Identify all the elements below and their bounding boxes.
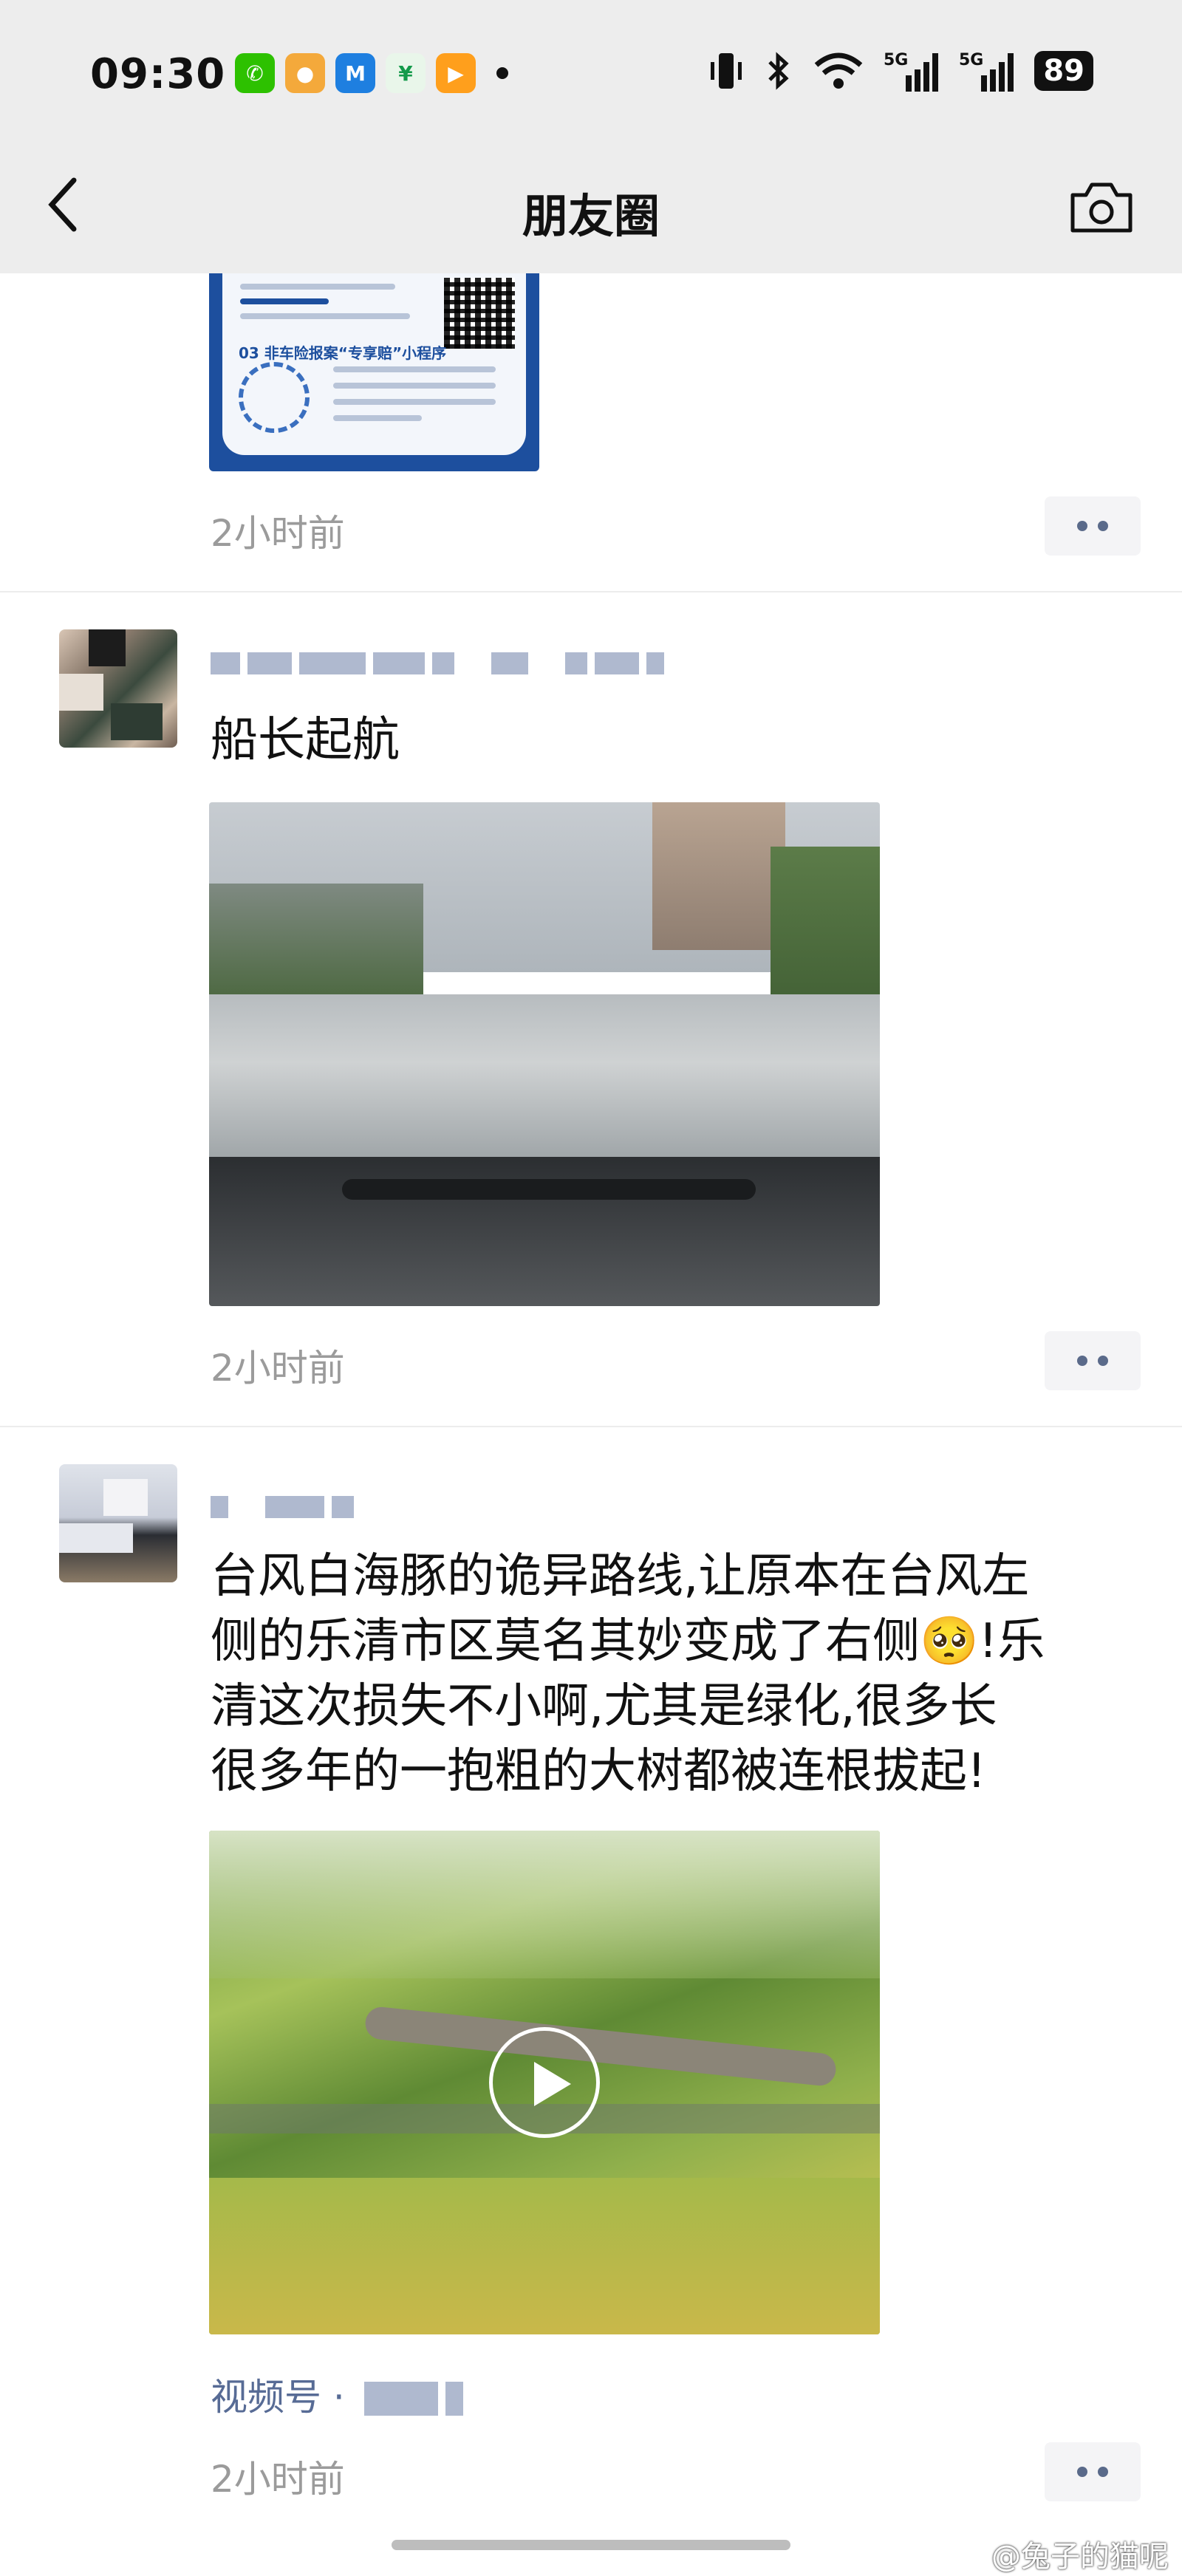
- poster-text-line: [240, 298, 329, 304]
- video-shrubs: [209, 2178, 880, 2334]
- photo-trees-left: [209, 884, 423, 994]
- 5g-signal-icon-2: 5G: [959, 51, 1014, 92]
- post-text-line: 台风白海豚的诡异路线,让原本在台风左: [211, 1549, 1030, 1604]
- poster-heading: 03 非车险报案“专享赔”小程序: [239, 344, 447, 362]
- dot-icon: [1098, 1356, 1108, 1366]
- post-text-line: 侧的乐清市区莫名其妙变成了右侧🥺!乐: [211, 1614, 1045, 1669]
- moments-nav-bar: 朋友圈: [0, 140, 1182, 273]
- avatar-pixel: [103, 1479, 148, 1516]
- page-title: 朋友圈: [522, 189, 660, 243]
- channel-label: 视频号 ·: [211, 2376, 345, 2419]
- poster-text-line: [240, 313, 410, 319]
- mini-program-code: [239, 362, 310, 433]
- 5g-label: 5G: [884, 51, 908, 69]
- post-more-button[interactable]: [1045, 496, 1141, 556]
- post-divider: [0, 1426, 1182, 1427]
- avatar-pixel: [59, 674, 103, 711]
- post-timestamp: 2小时前: [211, 1347, 345, 1390]
- 5g-label-2: 5G: [959, 51, 983, 69]
- qr-code: [444, 278, 515, 349]
- camera-icon[interactable]: [1068, 179, 1135, 235]
- poster-text-line: [333, 399, 496, 405]
- system-icons: 5G 5G 89: [708, 49, 1093, 93]
- user-name-blurred[interactable]: [211, 1492, 354, 1522]
- avatar-pixel: [89, 629, 126, 666]
- post-more-button[interactable]: [1045, 2442, 1141, 2501]
- photo-building: [652, 802, 785, 950]
- dot-icon: [1098, 2467, 1108, 2477]
- vibrate-icon: [711, 53, 742, 89]
- post-divider: [0, 591, 1182, 592]
- blur-block: [247, 652, 292, 674]
- video-sky: [209, 1831, 880, 1978]
- qr-poster-body: 03 非车险报案“专享赔”小程序: [222, 273, 526, 455]
- video-fallen-trunk: [363, 2005, 838, 2088]
- dot-icon: [1077, 521, 1087, 531]
- post-text: 船长起航: [211, 713, 400, 768]
- poster-text-line: [333, 383, 496, 389]
- m-app-icon: M: [335, 53, 375, 93]
- post-text-block: 台风白海豚的诡异路线,让原本在台风左 侧的乐清市区莫名其妙变成了右侧🥺!乐 清这…: [211, 1544, 1045, 1804]
- 5g-signal-icon: 5G: [884, 51, 939, 92]
- blur-block: [363, 2382, 438, 2416]
- avatar-pixel: [111, 703, 163, 740]
- blur-block: [491, 652, 528, 674]
- blur-block: [646, 652, 664, 674]
- play-button[interactable]: [489, 2027, 600, 2138]
- more-notifications-dot: [496, 67, 508, 79]
- poster-text-line: [240, 284, 395, 290]
- avatar[interactable]: [59, 1464, 177, 1582]
- blur-block: [299, 652, 366, 674]
- post-video-fallen-tree[interactable]: [209, 1831, 880, 2334]
- avatar-pixel: [59, 1523, 133, 1553]
- post-image-qr-poster[interactable]: 03 非车险报案“专享赔”小程序: [209, 273, 539, 471]
- battery-level: 89: [1034, 51, 1093, 91]
- post-text-line: 很多年的一抱粗的大树都被连根拔起!: [211, 1744, 986, 1799]
- poster-text-line: [333, 366, 496, 372]
- blur-block: [265, 1496, 324, 1518]
- status-time: 09:30: [90, 50, 226, 98]
- post-text-line: 清这次损失不小啊,尤其是绿化,很多长: [211, 1679, 997, 1734]
- post-image-flooded-road[interactable]: [209, 802, 880, 1306]
- post-timestamp: 2小时前: [211, 2458, 345, 2501]
- blur-block: [373, 652, 425, 674]
- status-bar: 09:30 ✆ ● M ¥ ▶ 5G 5G 89: [0, 0, 1182, 140]
- poster-text-line: [333, 415, 422, 421]
- home-indicator[interactable]: [392, 2540, 790, 2550]
- bluetooth-icon: [768, 52, 789, 90]
- dot-icon: [1077, 2467, 1087, 2477]
- channel-name-blurred: [363, 2382, 463, 2416]
- photo-vent: [342, 1179, 756, 1200]
- post-timestamp: 2小时前: [211, 512, 345, 555]
- blur-block: [211, 652, 240, 674]
- blur-block: [595, 652, 639, 674]
- dot-icon: [1098, 521, 1108, 531]
- wifi-icon: [815, 52, 863, 89]
- blur-block: [211, 1496, 228, 1518]
- blur-block: [332, 1496, 354, 1518]
- watermark: @兔子的猫呢: [991, 2540, 1169, 2574]
- user-name-blurred[interactable]: [211, 649, 664, 678]
- dot-icon: [1077, 1356, 1087, 1366]
- play-icon: [534, 2062, 571, 2106]
- blur-block: [432, 652, 454, 674]
- notification-icons: ✆ ● M ¥ ▶: [235, 53, 508, 93]
- bank-app-icon: ¥: [386, 53, 426, 93]
- blur-block: [445, 2382, 463, 2416]
- wechat-icon: ✆: [235, 53, 275, 93]
- basketball-app-icon: ●: [285, 53, 325, 93]
- post-more-button[interactable]: [1045, 1331, 1141, 1390]
- avatar[interactable]: [59, 629, 177, 748]
- video-app-icon: ▶: [436, 53, 476, 93]
- photo-flooded-road: [209, 994, 880, 1164]
- channel-link[interactable]: 视频号 ·: [211, 2368, 463, 2421]
- blur-block: [565, 652, 587, 674]
